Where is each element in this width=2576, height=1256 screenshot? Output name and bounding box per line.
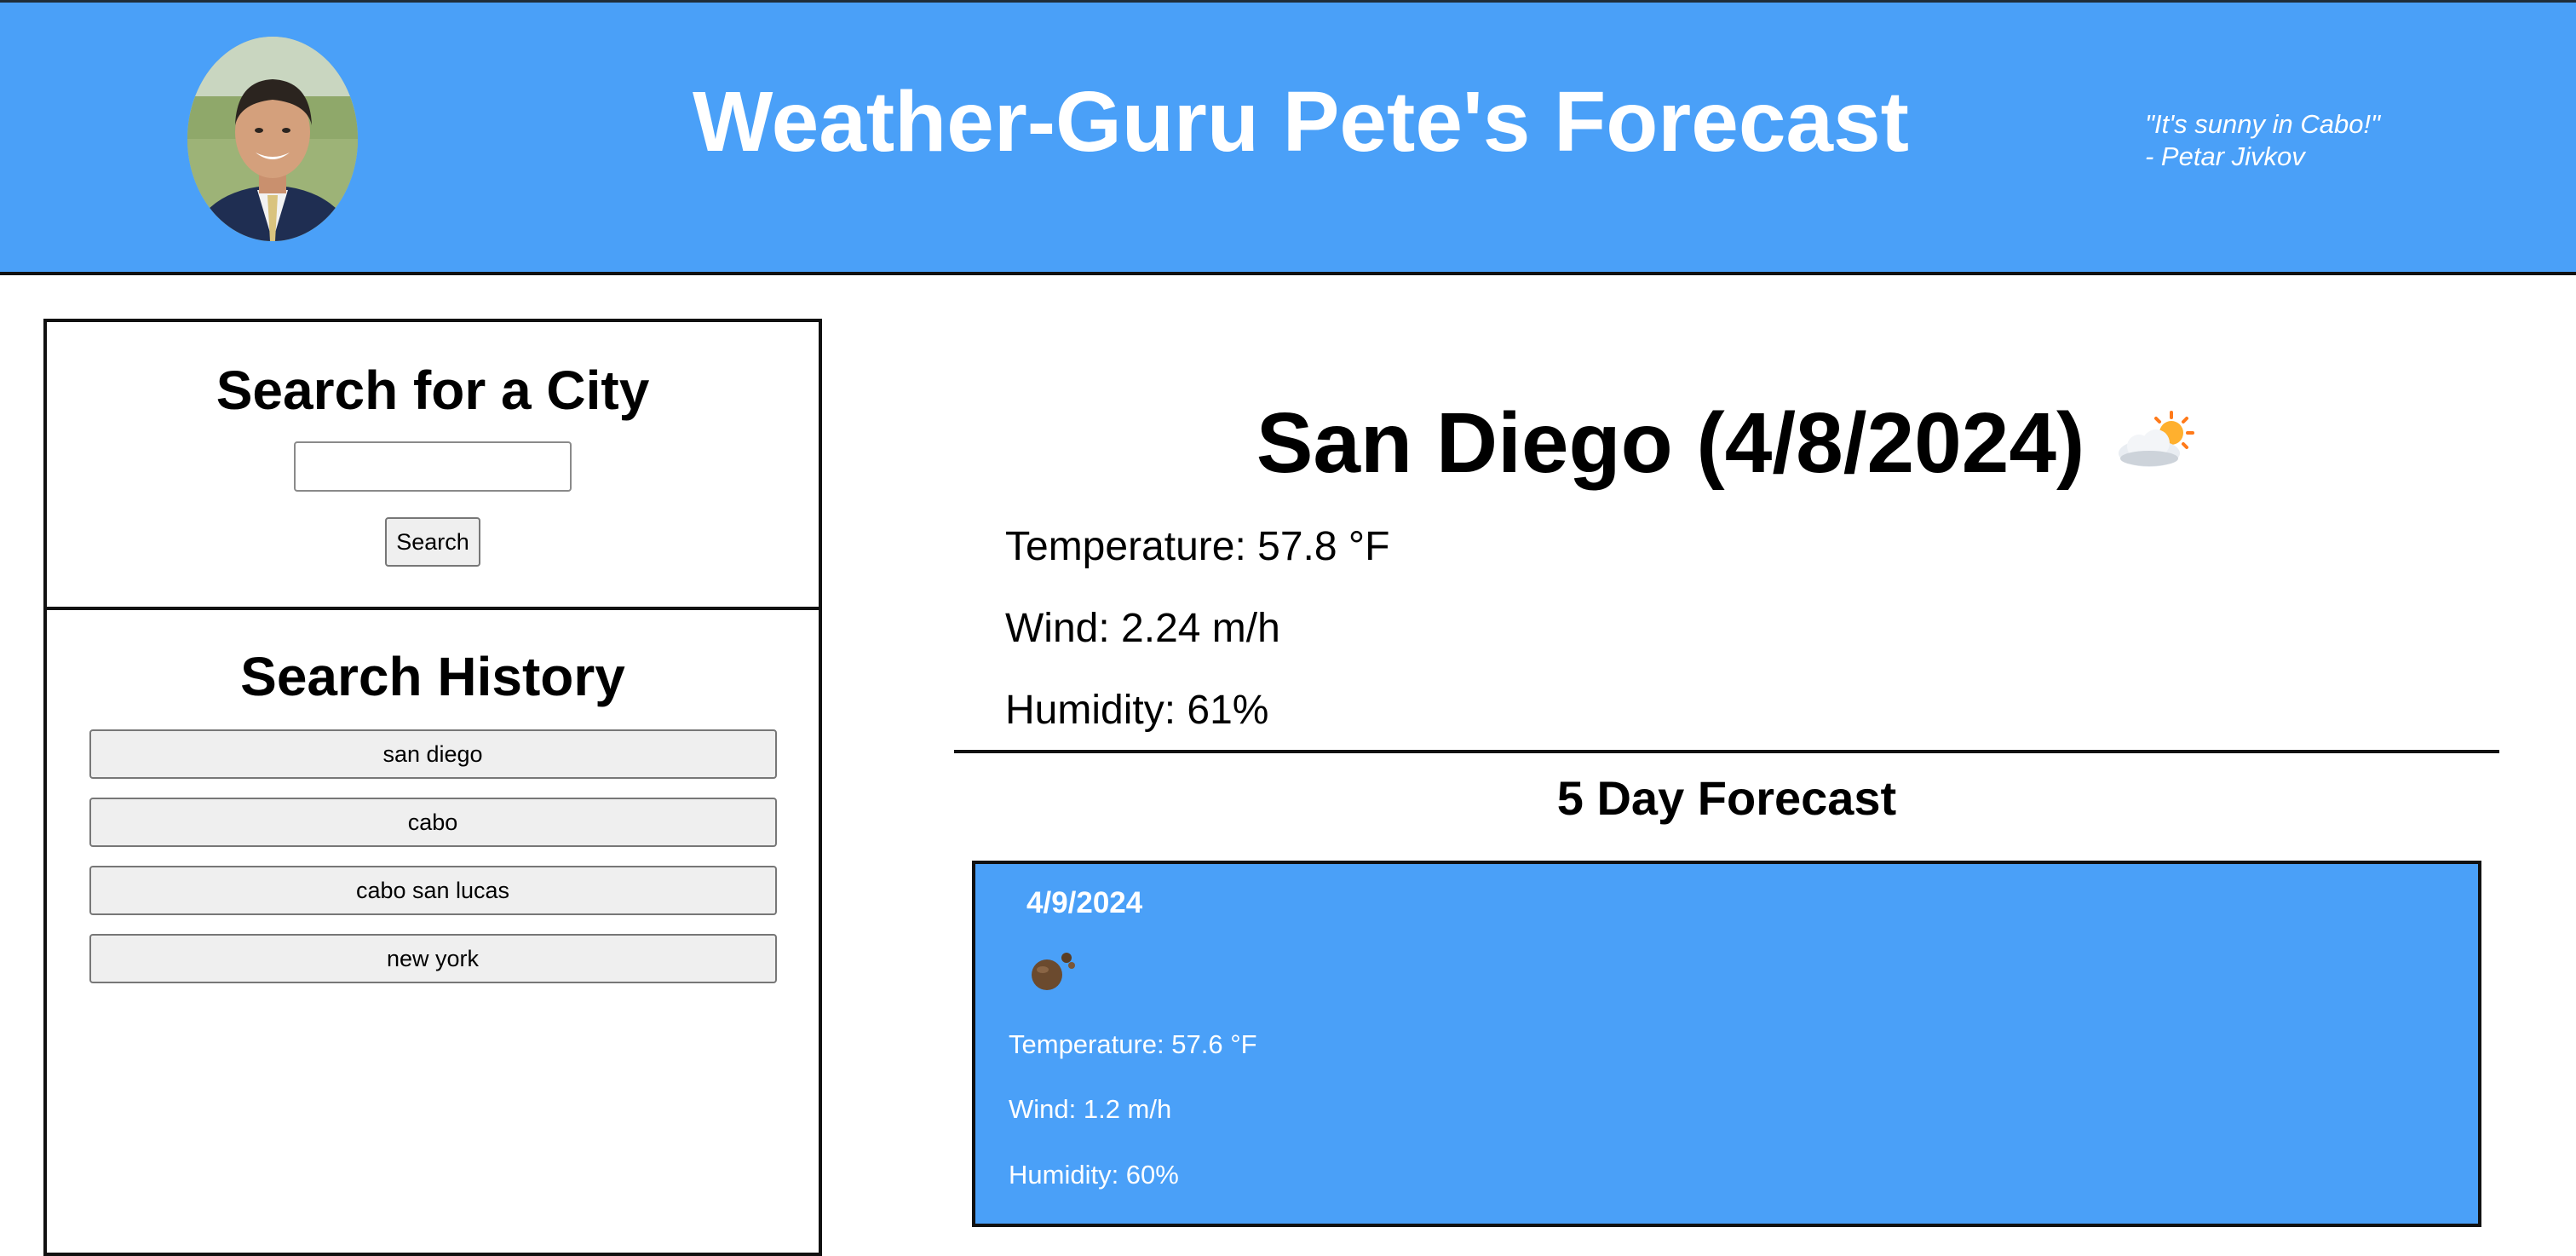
broken-clouds-icon	[1026, 949, 1078, 996]
forecast-wind: Wind: 1.2 m/h	[1009, 1094, 1172, 1124]
quote-text: "It's sunny in Cabo!"	[2145, 109, 2381, 139]
current-weather-title: San Diego (4/8/2024)	[954, 392, 2499, 501]
partly-cloudy-icon	[2115, 390, 2197, 493]
quote-author: - Petar Jivkov	[2145, 141, 2305, 171]
forecast-date: 4/9/2024	[1026, 886, 1143, 919]
forecast-heading: 5 Day Forecast	[1556, 771, 1897, 825]
forecast-humidity: Humidity: 60%	[1009, 1160, 1179, 1190]
city-search-input[interactable]	[294, 441, 572, 492]
forecast-temperature: Temperature: 57.6 °F	[1009, 1029, 1257, 1059]
header-quote: "It's sunny in Cabo!" - Petar Jivkov	[2145, 108, 2380, 173]
history-item-button[interactable]: new york	[89, 934, 777, 983]
history-list: san diego cabo cabo san lucas new york	[47, 729, 819, 983]
search-button[interactable]: Search	[385, 517, 480, 567]
section-divider	[954, 750, 2499, 753]
current-wind: Wind: 2.24 m/h	[1005, 606, 1280, 651]
history-item-button[interactable]: san diego	[89, 729, 777, 779]
history-item-button[interactable]: cabo san lucas	[89, 866, 777, 915]
history-heading: Search History	[240, 646, 625, 707]
site-header: Weather-Guru Pete's Forecast "It's sunny…	[0, 0, 2576, 275]
current-temperature: Temperature: 57.8 °F	[1005, 524, 1390, 569]
history-panel: Search History san diego cabo cabo san l…	[47, 610, 819, 983]
current-city-date: San Diego (4/8/2024)	[1256, 395, 2085, 491]
forecast-card: 4/9/2024 Temperature: 57.6 °F Wind: 1.2 …	[972, 861, 2481, 1227]
sidebar: Search for a City Search Search History …	[43, 319, 822, 1256]
current-humidity: Humidity: 61%	[1005, 688, 1269, 733]
history-item-button[interactable]: cabo	[89, 798, 777, 847]
search-heading: Search for a City	[216, 360, 650, 421]
search-panel: Search for a City Search	[47, 322, 819, 610]
